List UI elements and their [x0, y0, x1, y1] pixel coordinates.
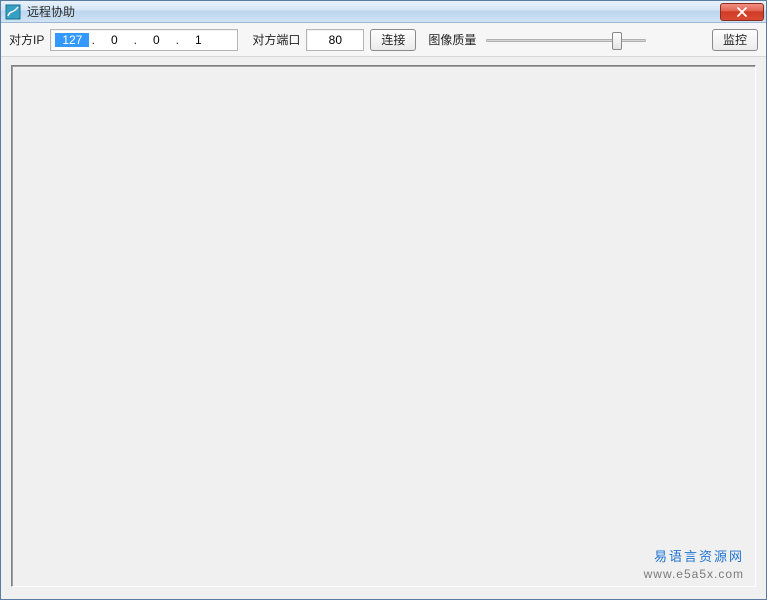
app-icon: [5, 4, 21, 20]
slider-thumb[interactable]: [612, 32, 622, 50]
content-area: 易语言资源网 www.e5a5x.com: [1, 57, 766, 599]
connect-button[interactable]: 连接: [370, 29, 416, 51]
quality-label: 图像质量: [428, 31, 476, 48]
quality-slider-wrap: [486, 30, 646, 50]
ip-dot: .: [89, 33, 97, 47]
ip-seg-4[interactable]: [181, 33, 215, 47]
monitor-button[interactable]: 监控: [712, 29, 758, 51]
port-input[interactable]: [307, 30, 363, 50]
slider-track: [486, 39, 646, 42]
port-label: 对方端口: [252, 31, 300, 48]
close-button[interactable]: [720, 3, 764, 21]
ip-seg-1[interactable]: [55, 33, 89, 47]
toolbar: 对方IP . . . 对方端口 连接 图像质量 监控: [1, 23, 766, 57]
ip-dot: .: [131, 33, 139, 47]
ip-seg-3[interactable]: [139, 33, 173, 47]
titlebar[interactable]: 远程协助: [1, 1, 766, 23]
app-window: 远程协助 对方IP . . . 对方端口 连接 图像质量: [0, 0, 767, 600]
ip-label: 对方IP: [9, 31, 44, 48]
ip-seg-2[interactable]: [97, 33, 131, 47]
remote-screen-canvas[interactable]: [11, 65, 756, 587]
ip-input[interactable]: . . .: [50, 29, 238, 51]
window-title: 远程协助: [25, 3, 720, 20]
close-icon: [736, 7, 748, 17]
port-input-wrap: [306, 29, 364, 51]
quality-slider[interactable]: [486, 30, 646, 50]
ip-dot: .: [173, 33, 181, 47]
